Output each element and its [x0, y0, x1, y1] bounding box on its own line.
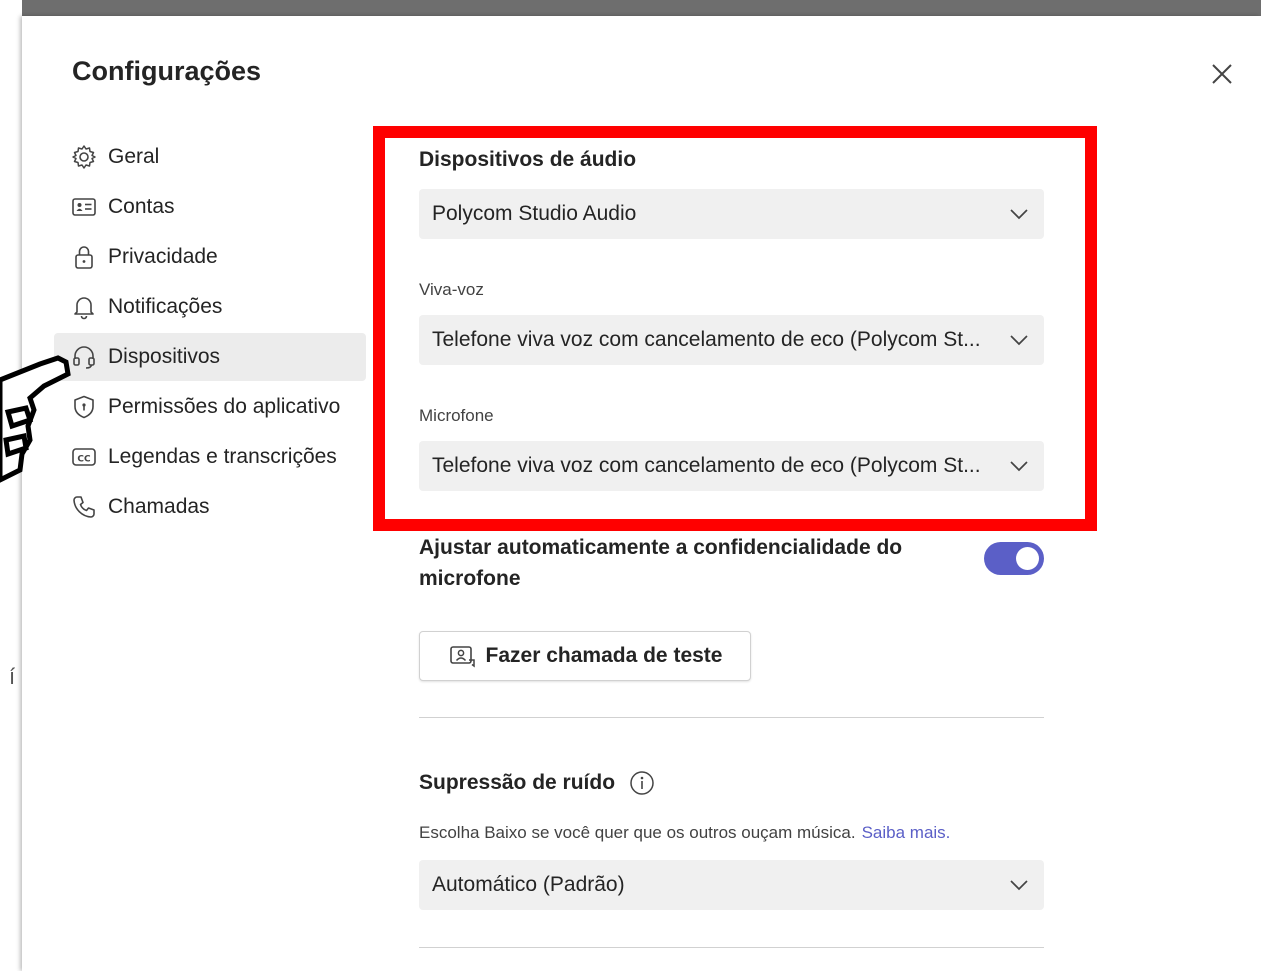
sidebar-item-label: Permissões do aplicativo [108, 395, 341, 418]
sidebar-item-label: Notificações [108, 295, 223, 318]
sidebar-item-label: Contas [108, 195, 175, 218]
info-icon[interactable] [629, 770, 655, 796]
close-icon [1212, 64, 1232, 84]
noise-suppression-description: Escolha Baixo se você quer que os outros… [419, 823, 950, 843]
toggle-knob [1016, 547, 1039, 570]
divider [419, 717, 1044, 718]
test-call-label: Fazer chamada de teste [485, 644, 723, 667]
sidebar-item-dispositivos[interactable]: Dispositivos [54, 333, 366, 381]
pointing-hand-cursor-icon [0, 355, 71, 483]
sidebar-item-label: Geral [108, 145, 160, 168]
close-button[interactable] [1208, 60, 1236, 88]
sidebar-item-legendas[interactable]: CC Legendas e transcrições [54, 433, 366, 481]
noise-suppression-title: Supressão de ruído [419, 771, 616, 794]
dropdown-value: Automático (Padrão) [432, 873, 625, 896]
sidebar-item-label: Privacidade [108, 245, 218, 268]
sidebar-item-privacidade[interactable]: Privacidade [54, 233, 366, 281]
contact-card-icon [70, 193, 98, 221]
background-text-fragment: í [9, 664, 16, 689]
mic-sensitivity-toggle[interactable] [984, 542, 1044, 575]
mic-sensitivity-label: Ajustar automaticamente a confidencialid… [419, 536, 903, 590]
bell-icon [70, 293, 98, 321]
phone-icon [70, 493, 98, 521]
highlight-box [373, 126, 1097, 531]
settings-dialog: Configurações Geral Contas Privacidade N… [22, 16, 1261, 971]
dialog-title: Configurações [72, 56, 262, 86]
learn-more-link[interactable]: Saiba mais. [862, 823, 951, 842]
gear-icon [70, 143, 98, 171]
sidebar-item-notificacoes[interactable]: Notificações [54, 283, 366, 331]
test-call-button[interactable]: Fazer chamada de teste [419, 631, 751, 681]
noise-suppression-heading: Supressão de ruído [419, 770, 655, 796]
noise-suppression-dropdown[interactable]: Automático (Padrão) [419, 860, 1044, 910]
sidebar-item-permissoes[interactable]: Permissões do aplicativo [54, 383, 366, 431]
divider [419, 947, 1044, 948]
sidebar-item-geral[interactable]: Geral [54, 133, 366, 181]
sidebar-item-label: Dispositivos [108, 345, 221, 368]
sidebar-item-chamadas[interactable]: Chamadas [54, 483, 366, 531]
sidebar-item-label: Chamadas [108, 495, 210, 518]
lock-icon [70, 243, 98, 271]
sidebar-item-contas[interactable]: Contas [54, 183, 366, 231]
test-call-icon [449, 646, 475, 668]
sidebar-item-label: Legendas e transcrições [108, 445, 337, 468]
svg-text:CC: CC [77, 455, 91, 465]
description-text: Escolha Baixo se você quer que os outros… [419, 823, 856, 842]
chevron-down-icon [1010, 880, 1028, 891]
